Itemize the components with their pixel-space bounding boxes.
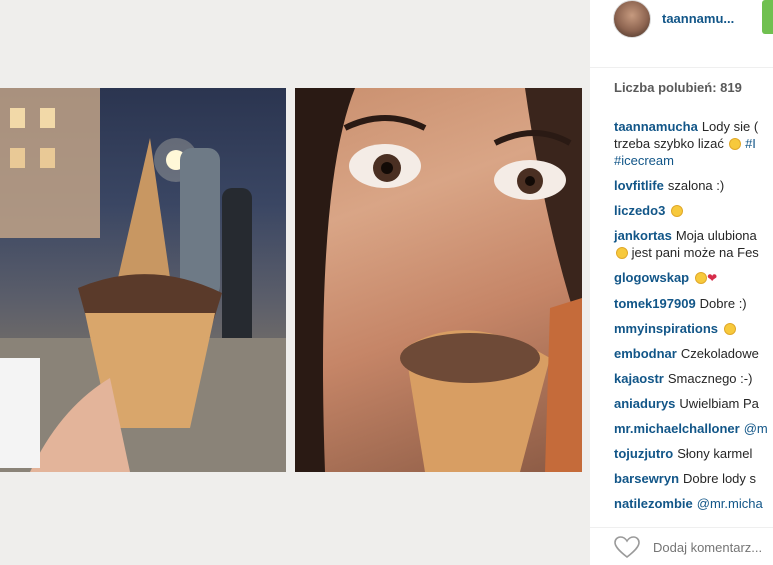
heart-eyes-emoji-icon (724, 323, 737, 335)
comment-item: lovfitlife szalona :) (614, 177, 773, 194)
smile-emoji-icon (616, 247, 628, 259)
comment-item: mr.michaelchalloner @m (614, 420, 773, 437)
comment-user[interactable]: mr.michaelchalloner (614, 421, 740, 436)
comment-user[interactable]: tomek197909 (614, 296, 696, 311)
comment-item: barsewryn Dobre lody s (614, 470, 773, 487)
comment-item: natilezombie @mr.micha (614, 495, 773, 512)
heart-icon[interactable] (614, 536, 640, 558)
post-author-username[interactable]: taannamu... (662, 11, 734, 26)
comment-item: mmyinspirations (614, 320, 773, 337)
comment-text-continued: jest pani może na Fes (631, 245, 759, 260)
comment-text: Smacznego :-) (667, 371, 753, 386)
ice-cream-night-illustration (0, 88, 286, 472)
comment-user[interactable]: barsewryn (614, 471, 679, 486)
comments-list: taannamucha Lody sie ( trzeba szybko liza… (614, 118, 773, 520)
comment-item: jankortas Moja ulubiona jest pani może na… (614, 227, 773, 261)
comment-text: Dobre :) (699, 296, 747, 311)
comment-item: tojuzjutro Słony karmel (614, 445, 773, 462)
comment-user[interactable]: tojuzjutro (614, 446, 673, 461)
laughing-emoji-icon (695, 272, 708, 284)
comment-text: Lody sie ( (701, 119, 759, 134)
hashtag-link[interactable]: #I (745, 136, 756, 151)
comment-user[interactable]: liczedo3 (614, 203, 665, 218)
comment-text: szalona :) (667, 178, 725, 193)
wink-emoji-icon (671, 205, 684, 217)
comment-item: taannamucha Lody sie ( trzeba szybko liza… (614, 118, 773, 169)
post-image-right[interactable] (295, 88, 582, 472)
add-comment-input[interactable] (653, 540, 773, 555)
mention-link[interactable]: @m (744, 421, 768, 436)
comment-user[interactable]: mmyinspirations (614, 321, 718, 336)
comment-user[interactable]: lovfitlife (614, 178, 664, 193)
post-actions (590, 527, 773, 565)
comment-user[interactable]: jankortas (614, 228, 672, 243)
comment-text: Moja ulubiona (675, 228, 757, 243)
hearts-emoji-icon: ❤ (707, 271, 718, 285)
comment-user[interactable]: embodnar (614, 346, 677, 361)
comment-user[interactable]: kajaostr (614, 371, 664, 386)
hashtag-link[interactable]: #icecream (614, 153, 674, 168)
likes-count[interactable]: Liczba polubień: 819 (614, 80, 742, 95)
smile-emoji-icon (729, 138, 742, 150)
comment-item: liczedo3 (614, 202, 773, 219)
comment-text-continued: trzeba szybko lizać (614, 136, 724, 151)
comment-item: kajaostr Smacznego :-) (614, 370, 773, 387)
woman-eating-ice-cream-illustration (295, 88, 582, 472)
comment-user[interactable]: natilezombie (614, 496, 693, 511)
comment-user[interactable]: aniadurys (614, 396, 675, 411)
comment-item: embodnar Czekoladowe (614, 345, 773, 362)
comment-item: tomek197909 Dobre :) (614, 295, 773, 312)
mention-link[interactable]: @mr.micha (697, 496, 763, 511)
post-header: taannamu... (590, 0, 773, 68)
comment-user[interactable]: glogowskap (614, 270, 689, 285)
avatar[interactable] (613, 0, 651, 38)
post-sidebar: taannamu... Liczba polubień: 819 taannam… (590, 0, 773, 565)
comment-text: Czekoladowe (680, 346, 759, 361)
comment-user[interactable]: taannamucha (614, 119, 698, 134)
comment-text: Dobre lody s (683, 471, 757, 486)
follow-button[interactable] (762, 0, 773, 34)
comment-text: Uwielbiam Pa (679, 396, 759, 411)
comment-text: Słony karmel (677, 446, 753, 461)
photo-area (0, 0, 590, 565)
comment-item: aniadurys Uwielbiam Pa (614, 395, 773, 412)
post-image-left[interactable] (0, 88, 286, 472)
comment-item: glogowskap ❤ (614, 269, 773, 287)
